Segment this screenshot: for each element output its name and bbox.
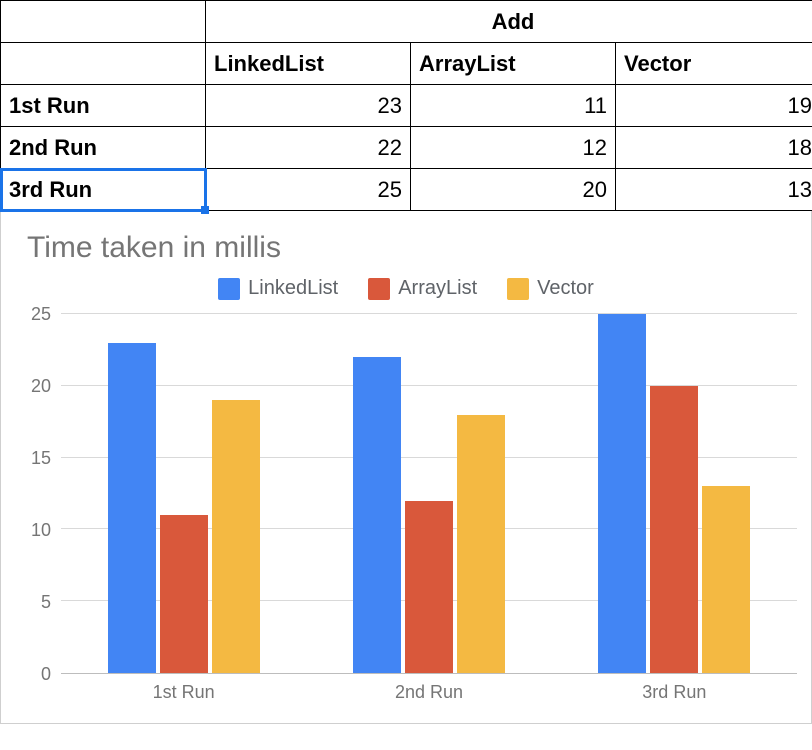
table-row-group-header: Add [1, 1, 812, 43]
chart-grid [61, 314, 797, 674]
legend-swatch-icon [368, 278, 390, 300]
x-tick-label: 2nd Run [306, 682, 551, 703]
x-axis: 1st Run 2nd Run 3rd Run [61, 682, 797, 703]
bar-arraylist [650, 386, 698, 673]
bar-group [306, 314, 551, 673]
legend-item-linkedlist: LinkedList [218, 277, 338, 300]
cell-value[interactable]: 18 [616, 127, 812, 169]
bar-linkedlist [598, 314, 646, 673]
legend-swatch-icon [218, 278, 240, 300]
col-header-vector[interactable]: Vector [616, 43, 812, 85]
chart-plot-area: 25 20 15 10 5 0 [15, 314, 797, 674]
col-header-linkedlist[interactable]: LinkedList [206, 43, 411, 85]
table-row: 3rd Run 25 20 13 [1, 169, 812, 211]
bar-vector [702, 486, 750, 673]
chart-legend: LinkedList ArrayList Vector [15, 277, 797, 300]
x-tick-label: 3rd Run [552, 682, 797, 703]
table-row: 1st Run 23 11 19 [1, 85, 812, 127]
row-label[interactable]: 2nd Run [1, 127, 206, 169]
bar-arraylist [160, 515, 208, 673]
table-row-col-headers: LinkedList ArrayList Vector [1, 43, 812, 85]
bar-vector [457, 415, 505, 673]
cell-value[interactable]: 11 [411, 85, 616, 127]
bar-linkedlist [353, 357, 401, 673]
cell-value[interactable]: 19 [616, 85, 812, 127]
data-table[interactable]: Add LinkedList ArrayList Vector 1st Run … [0, 0, 812, 211]
cell-value[interactable]: 22 [206, 127, 411, 169]
bar-vector [212, 400, 260, 673]
bar-group [61, 314, 306, 673]
legend-item-vector: Vector [507, 277, 594, 300]
chart-title: Time taken in millis [27, 231, 797, 265]
cell-value[interactable]: 20 [411, 169, 616, 211]
bar-arraylist [405, 501, 453, 673]
chart-container[interactable]: Time taken in millis LinkedList ArrayLis… [0, 211, 812, 724]
legend-label: ArrayList [398, 277, 477, 300]
col-header-arraylist[interactable]: ArrayList [411, 43, 616, 85]
row-label-selected[interactable]: 3rd Run [1, 169, 206, 211]
legend-swatch-icon [507, 278, 529, 300]
cell-blank[interactable] [1, 1, 206, 43]
y-axis: 25 20 15 10 5 0 [15, 314, 61, 674]
cell-value[interactable]: 25 [206, 169, 411, 211]
cell-value[interactable]: 23 [206, 85, 411, 127]
cell-value[interactable]: 12 [411, 127, 616, 169]
cell-value[interactable]: 13 [616, 169, 812, 211]
bar-group [552, 314, 797, 673]
table-row: 2nd Run 22 12 18 [1, 127, 812, 169]
cell-blank[interactable] [1, 43, 206, 85]
group-header-cell[interactable]: Add [206, 1, 812, 43]
x-tick-label: 1st Run [61, 682, 306, 703]
legend-label: LinkedList [248, 277, 338, 300]
row-label[interactable]: 1st Run [1, 85, 206, 127]
legend-label: Vector [537, 277, 594, 300]
bar-linkedlist [108, 343, 156, 673]
legend-item-arraylist: ArrayList [368, 277, 477, 300]
